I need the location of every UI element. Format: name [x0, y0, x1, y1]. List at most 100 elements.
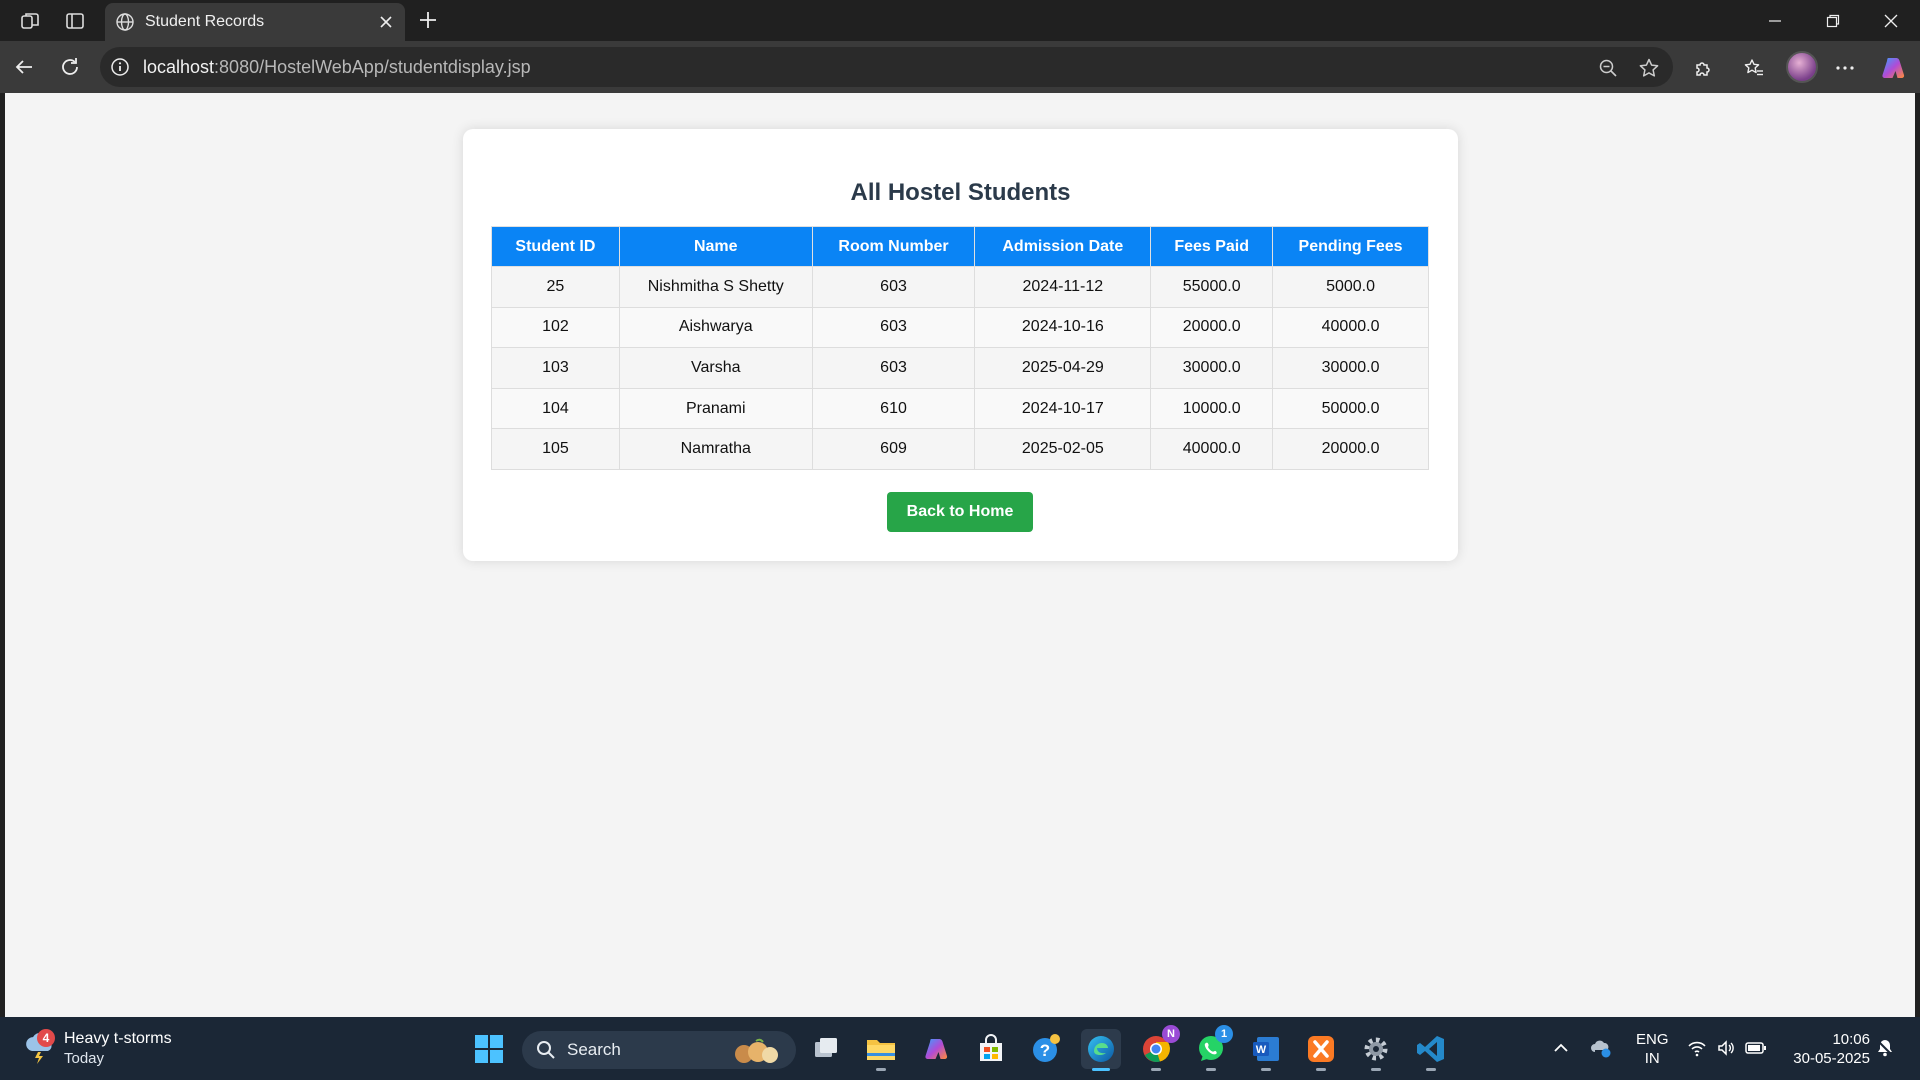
chrome-running-dot: [1151, 1068, 1161, 1071]
settings-running-dot: [1371, 1068, 1381, 1071]
help-tips-icon[interactable]: ?: [1026, 1029, 1066, 1069]
tab-student-records[interactable]: Student Records: [105, 3, 405, 41]
close-window-icon[interactable]: [1862, 0, 1920, 41]
cell-fees-paid: 40000.0: [1150, 428, 1274, 470]
taskbar-search[interactable]: Search: [522, 1031, 796, 1069]
word-icon[interactable]: W: [1246, 1029, 1286, 1071]
svg-text:?: ?: [1040, 1041, 1050, 1060]
search-label: Search: [567, 1040, 621, 1059]
close-tab-icon[interactable]: [375, 11, 397, 33]
cell-room-number: 603: [811, 306, 976, 349]
cell-pending-fees: 50000.0: [1272, 387, 1429, 430]
cell-room-number: 610: [811, 387, 976, 430]
back-to-home-button[interactable]: Back to Home: [887, 492, 1033, 532]
table-row: 102 Aishwarya 603 2024-10-16 20000.0 400…: [491, 306, 1429, 349]
copilot-icon[interactable]: [1878, 53, 1908, 83]
cell-admission-date: 2024-11-12: [974, 266, 1152, 308]
more-options-icon[interactable]: [1830, 53, 1860, 83]
chrome-icon[interactable]: N: [1136, 1025, 1180, 1071]
chevron-up-icon[interactable]: [1550, 1037, 1572, 1059]
table-row: 104 Pranami 610 2024-10-17 10000.0 50000…: [491, 387, 1429, 430]
address-bar[interactable]: localhost:8080/HostelWebApp/studentdispl…: [100, 47, 1673, 87]
cell-name: Pranami: [618, 387, 813, 430]
workspaces-icon[interactable]: [17, 8, 43, 34]
cell-student-id: 25: [491, 266, 620, 308]
start-windows-icon[interactable]: [469, 1029, 509, 1069]
xampp-icon[interactable]: [1301, 1029, 1341, 1071]
task-view-icon[interactable]: [806, 1029, 846, 1069]
microsoft-store-icon[interactable]: [971, 1029, 1011, 1069]
cell-admission-date: 2025-04-29: [974, 347, 1152, 389]
students-table: Student ID Name Room Number Admission Da…: [491, 226, 1429, 470]
cell-room-number: 609: [811, 428, 976, 470]
cell-name: Nishmitha S Shetty: [618, 266, 813, 308]
battery-icon[interactable]: [1745, 1037, 1767, 1059]
whatsapp-running-dot: [1206, 1068, 1216, 1071]
cell-admission-date: 2025-02-05: [974, 428, 1152, 470]
cell-name: Aishwarya: [618, 306, 813, 349]
system-clock[interactable]: 10:06 30-05-2025: [1786, 1030, 1870, 1068]
file-explorer-running-dot: [876, 1068, 886, 1071]
chrome-profile-badge: N: [1162, 1025, 1180, 1043]
notification-bell-icon[interactable]: [1874, 1037, 1896, 1059]
cell-pending-fees: 5000.0: [1272, 266, 1429, 308]
profile-avatar[interactable]: [1786, 51, 1818, 83]
svg-text:W: W: [1256, 1044, 1267, 1056]
cell-student-id: 105: [491, 428, 620, 470]
cell-pending-fees: 40000.0: [1272, 306, 1429, 349]
wifi-icon[interactable]: [1686, 1037, 1708, 1059]
weather-condition[interactable]: Heavy t-storms: [64, 1030, 172, 1048]
cell-admission-date: 2024-10-17: [974, 387, 1152, 430]
page-viewport: All Hostel Students Student ID Name Room…: [5, 93, 1915, 1017]
copilot-app-icon[interactable]: [916, 1029, 956, 1069]
word-running-dot: [1261, 1068, 1271, 1071]
url-path: :8080/HostelWebApp/studentdisplay.jsp: [214, 57, 531, 77]
cell-fees-paid: 55000.0: [1150, 266, 1274, 308]
onedrive-icon[interactable]: [1590, 1037, 1612, 1059]
column-header-room-number: Room Number: [811, 226, 976, 267]
url-host: localhost: [143, 57, 215, 77]
weather-alert-badge: 4: [37, 1029, 55, 1047]
site-info-icon[interactable]: [110, 57, 130, 77]
reload-icon[interactable]: [56, 53, 84, 81]
cell-pending-fees: 30000.0: [1272, 347, 1429, 389]
table-header-row: Student ID Name Room Number Admission Da…: [491, 226, 1429, 267]
edge-active-indicator: [1092, 1068, 1110, 1071]
cell-room-number: 603: [811, 266, 976, 308]
back-arrow-icon[interactable]: [10, 53, 38, 81]
vscode-icon[interactable]: [1411, 1029, 1451, 1071]
edge-browser-icon[interactable]: [1081, 1029, 1121, 1071]
vscode-running-dot: [1426, 1068, 1436, 1071]
cell-name: Varsha: [618, 347, 813, 389]
students-card: All Hostel Students Student ID Name Room…: [463, 129, 1458, 561]
browser-title-bar: Student Records: [0, 0, 1920, 41]
clock-date: 30-05-2025: [1793, 1050, 1870, 1067]
extensions-icon[interactable]: [1689, 53, 1719, 83]
page-title: All Hostel Students: [850, 179, 1071, 206]
table-row: 25 Nishmitha S Shetty 603 2024-11-12 550…: [491, 266, 1429, 308]
column-header-pending-fees: Pending Fees: [1272, 226, 1429, 267]
table-row: 103 Varsha 603 2025-04-29 30000.0 30000.…: [491, 347, 1429, 389]
cell-student-id: 104: [491, 387, 620, 430]
input-language-indicator[interactable]: ENG IN: [1636, 1030, 1669, 1068]
language-code: ENG: [1636, 1031, 1669, 1048]
new-tab-icon[interactable]: [415, 7, 441, 33]
favorites-icon[interactable]: [1739, 53, 1769, 83]
whatsapp-icon[interactable]: 1: [1191, 1025, 1233, 1071]
restore-icon[interactable]: [1804, 0, 1862, 41]
cell-fees-paid: 30000.0: [1150, 347, 1274, 389]
cell-pending-fees: 20000.0: [1272, 428, 1429, 470]
volume-icon[interactable]: [1715, 1037, 1737, 1059]
zoom-out-icon[interactable]: [1595, 55, 1621, 81]
minimize-icon[interactable]: [1746, 0, 1804, 41]
file-explorer-icon[interactable]: [861, 1029, 901, 1071]
tab-actions-icon[interactable]: [62, 8, 88, 34]
cell-student-id: 103: [491, 347, 620, 389]
browser-toolbar: localhost:8080/HostelWebApp/studentdispl…: [0, 41, 1920, 93]
url-text[interactable]: localhost:8080/HostelWebApp/studentdispl…: [143, 57, 531, 78]
cell-fees-paid: 20000.0: [1150, 306, 1274, 349]
tab-title: Student Records: [145, 13, 265, 30]
cell-name: Namratha: [618, 428, 813, 470]
settings-gear-icon[interactable]: [1356, 1029, 1396, 1071]
favorite-star-icon[interactable]: [1636, 55, 1662, 81]
